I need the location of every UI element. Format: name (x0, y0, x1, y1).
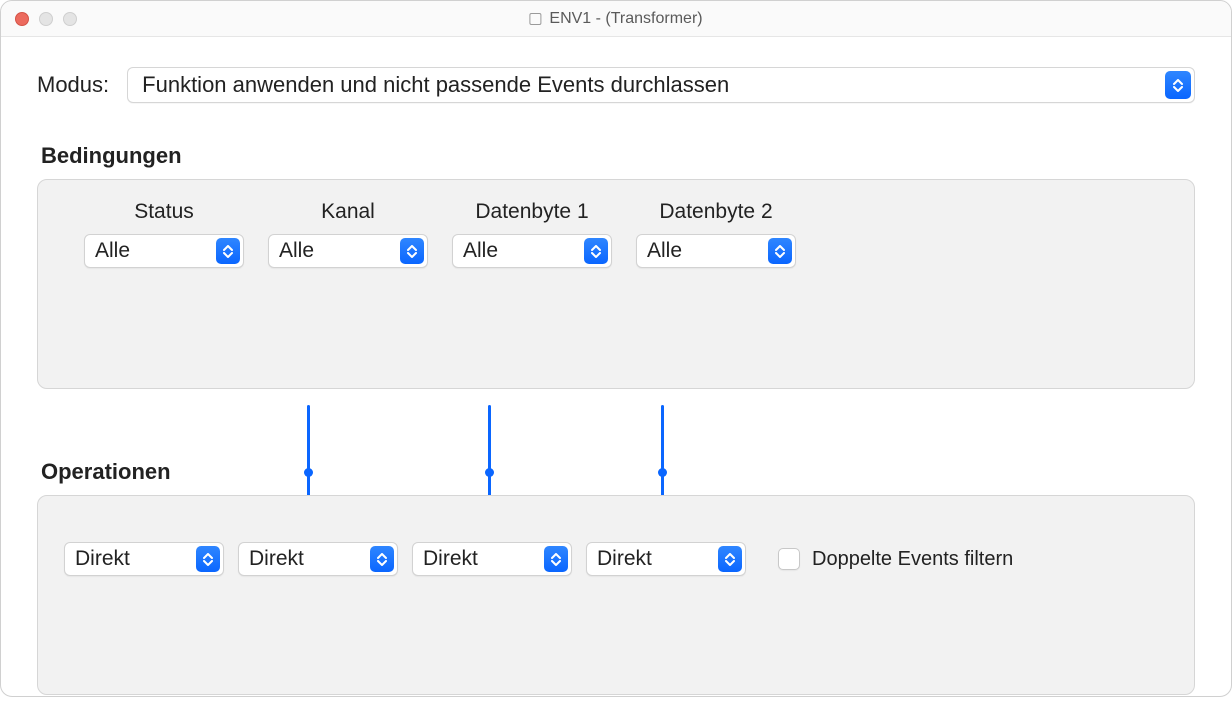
window-title: ENV1 - (Transformer) (529, 10, 702, 28)
dropdown-arrows-icon (400, 238, 424, 264)
window-controls (1, 12, 77, 26)
close-window-button[interactable] (15, 12, 29, 26)
dropdown-arrows-icon (196, 546, 220, 572)
dropdown-arrows-icon (544, 546, 568, 572)
op2-select[interactable]: Direkt (238, 542, 398, 576)
dropdown-arrows-icon (584, 238, 608, 264)
status-select[interactable]: Alle (84, 234, 244, 268)
filter-duplicates-label: Doppelte Events filtern (812, 548, 1013, 571)
zoom-window-button[interactable] (63, 12, 77, 26)
modus-label: Modus: (37, 72, 109, 98)
op3-select[interactable]: Direkt (412, 542, 572, 576)
operations-heading: Operationen (41, 459, 1195, 485)
dropdown-arrows-icon (768, 238, 792, 264)
minimize-window-button[interactable] (39, 12, 53, 26)
kanal-select-value: Alle (279, 239, 314, 263)
dropdown-arrows-icon (216, 238, 240, 264)
dropdown-arrows-icon (1165, 71, 1191, 99)
kanal-header: Kanal (268, 200, 428, 224)
db1-header: Datenbyte 1 (452, 200, 612, 224)
op2-select-value: Direkt (249, 547, 304, 571)
operations-panel: Direkt Direkt Direkt (37, 495, 1195, 695)
db2-select-value: Alle (647, 239, 682, 263)
kanal-select[interactable]: Alle (268, 234, 428, 268)
conditions-heading: Bedingungen (41, 143, 1195, 169)
op4-select-value: Direkt (597, 547, 652, 571)
dropdown-arrows-icon (718, 546, 742, 572)
db1-select-value: Alle (463, 239, 498, 263)
db1-select[interactable]: Alle (452, 234, 612, 268)
filter-duplicates-checkbox[interactable] (778, 548, 800, 570)
dropdown-arrows-icon (370, 546, 394, 572)
status-header: Status (84, 200, 244, 224)
op1-select[interactable]: Direkt (64, 542, 224, 576)
op1-select-value: Direkt (75, 547, 130, 571)
conditions-panel: Status Alle Kanal Alle (37, 179, 1195, 389)
status-select-value: Alle (95, 239, 130, 263)
transformer-icon (529, 13, 541, 25)
db2-select[interactable]: Alle (636, 234, 796, 268)
op3-select-value: Direkt (423, 547, 478, 571)
modus-select[interactable]: Funktion anwenden und nicht passende Eve… (127, 67, 1195, 103)
db2-header: Datenbyte 2 (636, 200, 796, 224)
modus-select-value: Funktion anwenden und nicht passende Eve… (142, 72, 729, 98)
window-titlebar: ENV1 - (Transformer) (1, 1, 1231, 37)
window-title-text: ENV1 - (Transformer) (549, 10, 702, 28)
op4-select[interactable]: Direkt (586, 542, 746, 576)
